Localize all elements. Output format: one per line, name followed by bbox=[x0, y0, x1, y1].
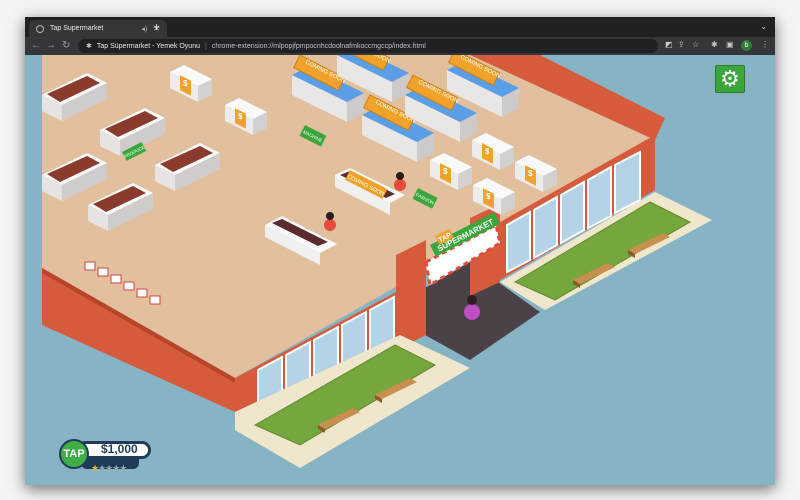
svg-text:$: $ bbox=[485, 147, 490, 156]
extensions-puzzle-icon[interactable]: ✱ bbox=[711, 40, 718, 49]
svg-text:$: $ bbox=[183, 79, 188, 88]
extension-icon: ✱ bbox=[86, 43, 92, 50]
new-tab-button[interactable]: + bbox=[153, 20, 160, 34]
profile-avatar[interactable]: b bbox=[741, 40, 752, 51]
omnibox[interactable]: ✱ Tap Süpermarket - Yemek Oyunu | chrome… bbox=[78, 39, 658, 53]
side-panel-icon[interactable]: ▣ bbox=[726, 40, 734, 49]
page-title: Tap Süpermarket - Yemek Oyunu bbox=[96, 42, 200, 50]
svg-text:$: $ bbox=[238, 112, 243, 121]
money-amount: $1,000 bbox=[101, 442, 138, 456]
reload-icon[interactable]: ↻ bbox=[62, 40, 70, 51]
svg-text:$: $ bbox=[486, 192, 491, 201]
url-text[interactable]: chrome-extension://mlpopjfpmpocnhcdoolna… bbox=[212, 43, 426, 50]
address-bar-row: ← → ↻ ✱ Tap Süpermarket - Yemek Oyunu | … bbox=[25, 37, 775, 55]
money-badge: $1,000 ★★★★★ TAP bbox=[59, 439, 153, 473]
svg-text:$: $ bbox=[443, 167, 448, 176]
menu-kebab-icon[interactable]: ⋮ bbox=[761, 40, 769, 49]
site-permission-icon[interactable]: ◩ bbox=[665, 40, 673, 49]
forward-icon[interactable]: → bbox=[46, 40, 56, 51]
globe-icon bbox=[36, 24, 44, 33]
bookmark-star-icon[interactable]: ☆ bbox=[692, 40, 699, 49]
browser-window: Tap Supermarket ◂) ✕ + ⌄ ← → ↻ ✱ Tap Süp… bbox=[25, 17, 775, 485]
separator: | bbox=[205, 42, 207, 50]
rating-stars: ★★★★★ bbox=[91, 458, 127, 476]
tab-search-chevron-icon[interactable]: ⌄ bbox=[760, 22, 767, 31]
speaker-icon[interactable]: ◂) bbox=[141, 25, 147, 33]
share-icon[interactable]: ⇪ bbox=[678, 40, 685, 49]
tab-title: Tap Supermarket bbox=[50, 25, 104, 32]
supermarket-scene: SUPERMARKET TAP PRODUCE COMING SOON COMI… bbox=[42, 55, 712, 468]
rating-bar: ★★★★★ bbox=[81, 458, 139, 473]
tab-bar: Tap Supermarket ◂) ✕ + ⌄ bbox=[25, 17, 775, 37]
settings-gear-button[interactable]: ⚙ bbox=[715, 65, 745, 93]
back-icon[interactable]: ← bbox=[31, 40, 41, 51]
game-canvas[interactable]: SUPERMARKET TAP PRODUCE COMING SOON COMI… bbox=[25, 55, 775, 485]
svg-text:$: $ bbox=[528, 169, 533, 178]
tap-logo: TAP bbox=[59, 439, 89, 469]
tab-tap-supermarket[interactable]: Tap Supermarket ◂) ✕ bbox=[29, 20, 167, 37]
rating-star-icon: ★ bbox=[119, 463, 127, 473]
entrance-pillar-left bbox=[396, 240, 426, 350]
